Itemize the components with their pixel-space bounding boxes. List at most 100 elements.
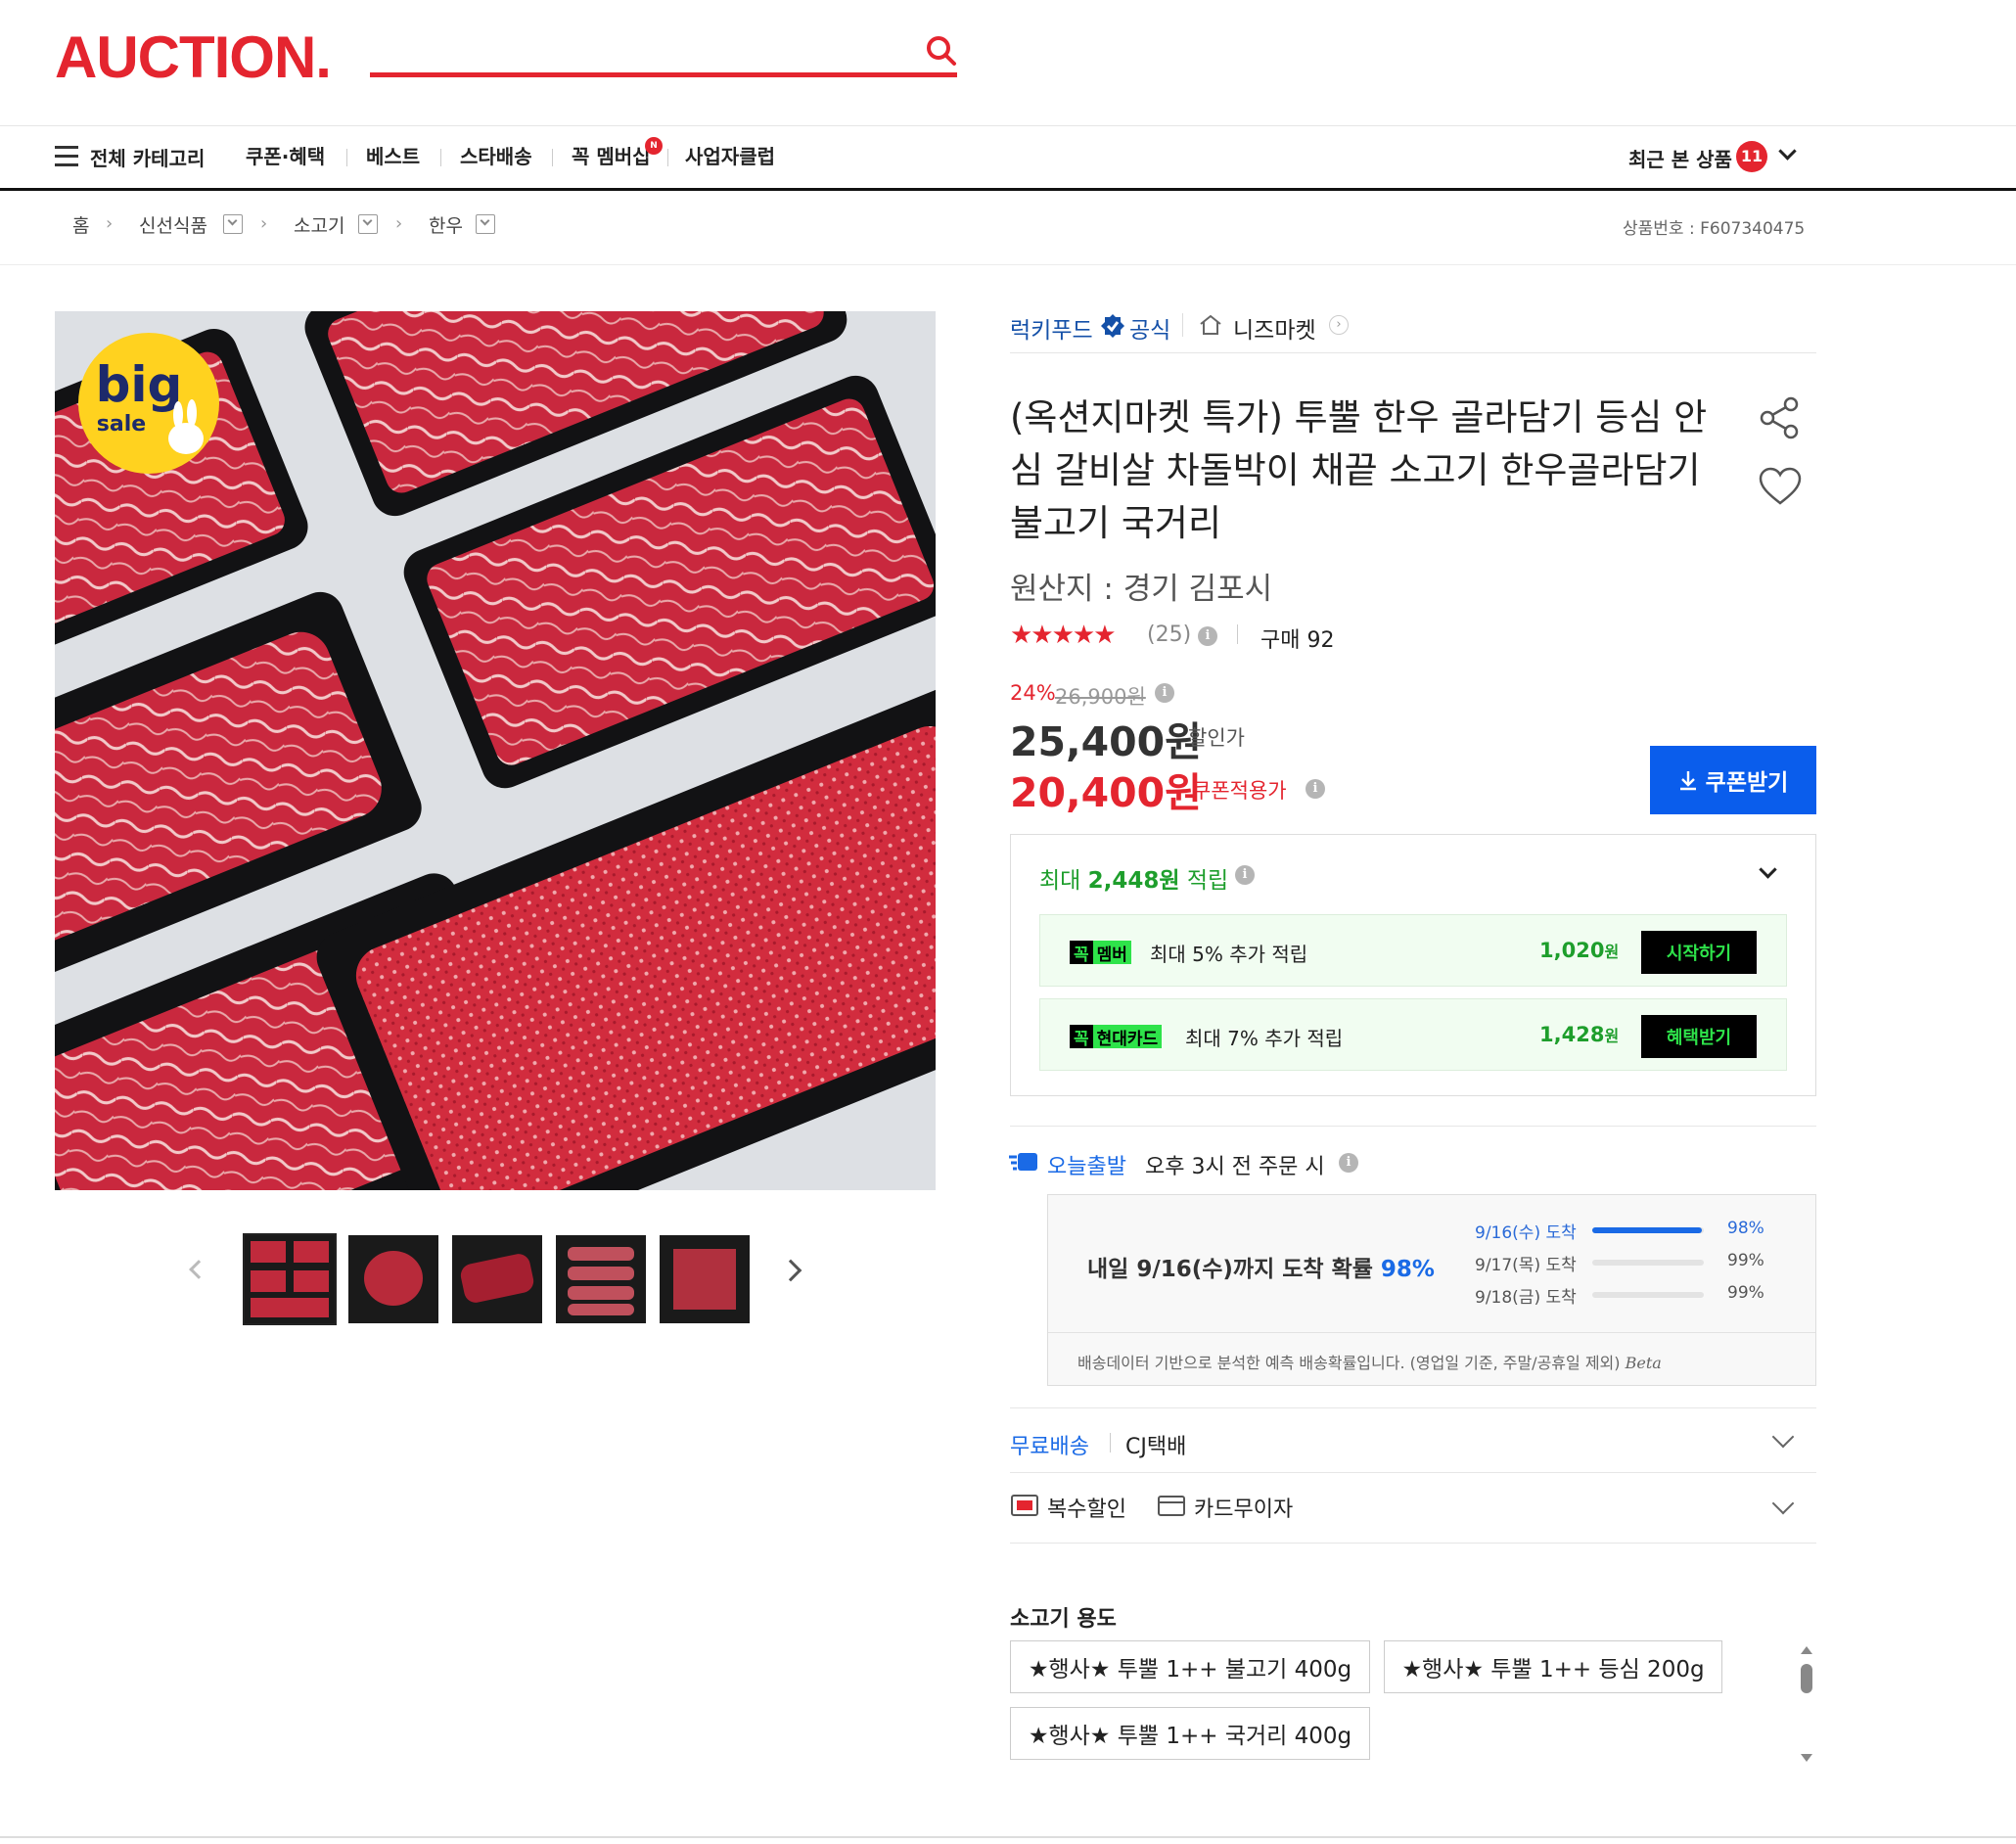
- membership-reward-row: 꼭 멤버 최대 5% 추가 적립 1,020원 시작하기: [1039, 914, 1787, 987]
- amount-value: 1,020: [1539, 939, 1605, 962]
- multi-discount-label[interactable]: 복수할인: [1047, 1492, 1126, 1523]
- option-sirloin[interactable]: ★행사★ 투뿔 1++ 등심 200g: [1384, 1640, 1722, 1693]
- today-dispatch-label: 오늘출발: [1047, 1155, 1126, 1179]
- official-label: 공식: [1129, 318, 1171, 344]
- delivery-date-label: 9/16(수) 도착: [1475, 1223, 1577, 1243]
- big-badge-text: big: [96, 356, 183, 413]
- option-bulgogi[interactable]: ★행사★ 투뿔 1++ 불고기 400g: [1010, 1640, 1370, 1693]
- auction-logo[interactable]: AUCTION.: [55, 25, 332, 90]
- delivery-divider: [1048, 1332, 1815, 1333]
- share-icon[interactable]: [1758, 395, 1803, 440]
- thumbnail[interactable]: [348, 1235, 438, 1323]
- nav-coupon-benefit[interactable]: 쿠폰·혜택: [246, 141, 325, 169]
- thumb-next-icon[interactable]: [779, 1259, 802, 1282]
- nav-separator: [346, 149, 347, 166]
- option-scrollbar[interactable]: [1801, 1664, 1812, 1693]
- review-count[interactable]: (25): [1147, 622, 1191, 647]
- breadcrumb-home[interactable]: 홈: [72, 211, 89, 238]
- search-icon[interactable]: [924, 33, 959, 69]
- beta-label: Beta: [1625, 1354, 1662, 1372]
- delivery-date-label: 9/18(금) 도착: [1475, 1288, 1577, 1308]
- reward-row-amount: 1,428원: [1539, 1023, 1619, 1046]
- card-installment-label[interactable]: 카드무이자: [1194, 1492, 1293, 1523]
- chevron-down-icon[interactable]: [1771, 1425, 1795, 1449]
- chevron-down-icon[interactable]: [358, 214, 378, 234]
- thumbnail[interactable]: [243, 1233, 337, 1325]
- option-soup-beef[interactable]: ★행사★ 투뿔 1++ 국거리 400g: [1010, 1707, 1370, 1760]
- get-benefit-button[interactable]: 혜택받기: [1641, 1015, 1757, 1058]
- thumbnail-strip: [243, 1233, 750, 1325]
- store-name[interactable]: 니즈마켓: [1233, 311, 1316, 345]
- card-icon: [1158, 1496, 1185, 1516]
- big-sale-badge-icon: big sale: [78, 333, 219, 474]
- reward-amount: 2,448원: [1087, 868, 1180, 894]
- nav-all-categories[interactable]: 전체 카테고리: [90, 143, 205, 171]
- nav-top-divider: [0, 125, 2016, 126]
- chevron-down-icon[interactable]: [223, 214, 243, 234]
- scroll-up-icon[interactable]: [1801, 1646, 1812, 1654]
- coupon-price: 20,400원: [1010, 769, 1202, 816]
- chevron-down-icon[interactable]: [1778, 142, 1797, 161]
- delivery-probability-bar: [1592, 1227, 1704, 1233]
- delivery-pct: 99%: [1727, 1251, 1764, 1270]
- nav-business-club[interactable]: 사업자클럽: [685, 141, 775, 169]
- get-coupon-button[interactable]: 쿠폰받기: [1650, 746, 1816, 814]
- thumbnail[interactable]: [660, 1235, 750, 1323]
- nav-membership[interactable]: 꼭 멤버십: [572, 141, 651, 169]
- menu-icon[interactable]: [55, 146, 78, 167]
- reward-row-text: 최대 7% 추가 적립: [1185, 1027, 1344, 1050]
- info-icon[interactable]: i: [1198, 626, 1217, 646]
- badge-prefix: 꼭: [1070, 941, 1093, 965]
- section-divider: [1010, 1407, 1816, 1408]
- origin-text: 원산지 : 경기 김포시: [1010, 572, 1273, 607]
- delivery-probability-bar: [1592, 1260, 1704, 1266]
- breadcrumb-fresh-food[interactable]: 신선식품: [139, 211, 207, 238]
- nav-best[interactable]: 베스트: [366, 141, 420, 169]
- delivery-main-pct: 98%: [1380, 1257, 1435, 1282]
- product-number: 상품번호 : F607340475: [1623, 219, 1806, 239]
- amount-value: 1,428: [1539, 1023, 1605, 1046]
- delivery-main-label: 내일 9/16(수)까지 도착 확률: [1087, 1257, 1373, 1282]
- reward-row-amount: 1,020원: [1539, 939, 1619, 962]
- sale-badge-text: sale: [97, 412, 146, 437]
- info-icon[interactable]: i: [1235, 865, 1255, 885]
- reward-row-text: 최대 5% 추가 적립: [1150, 943, 1308, 966]
- breadcrumb-beef[interactable]: 소고기: [294, 211, 344, 238]
- chevron-down-icon[interactable]: [1771, 1492, 1795, 1515]
- download-icon: [1679, 771, 1696, 791]
- breadcrumb-arrow-icon: ›: [260, 213, 268, 234]
- sale-price-label: 할인가: [1188, 726, 1245, 750]
- chevron-down-icon[interactable]: [476, 214, 495, 234]
- option-group-title: 소고기 용도: [1010, 1607, 1117, 1632]
- badge-prefix: 꼭: [1070, 1025, 1093, 1049]
- search-input[interactable]: [370, 72, 957, 77]
- multi-discount-icon: [1011, 1495, 1038, 1516]
- delivery-probability-panel: 내일 9/16(수)까지 도착 확률 98% 9/16(수) 도착 98% 9/…: [1047, 1194, 1816, 1386]
- chevron-right-icon[interactable]: ›: [1329, 315, 1349, 335]
- section-divider: [1010, 1126, 1816, 1127]
- thumb-prev-icon[interactable]: [189, 1260, 208, 1279]
- nav-bottom-divider: [0, 188, 2016, 191]
- delivery-pct: 99%: [1727, 1283, 1764, 1303]
- get-coupon-label: 쿠폰받기: [1705, 770, 1789, 796]
- scroll-down-icon[interactable]: [1801, 1754, 1812, 1762]
- nav-separator: [552, 149, 553, 166]
- info-icon[interactable]: i: [1306, 779, 1325, 799]
- info-icon[interactable]: i: [1155, 683, 1174, 703]
- delivery-date-label: 9/17(목) 도착: [1475, 1256, 1577, 1275]
- reward-suffix: 적립: [1186, 868, 1229, 894]
- original-price: 26,900원: [1055, 685, 1146, 709]
- delivery-note: 배송데이터 기반으로 분석한 예측 배송확률입니다. (영업일 기준, 주말/공…: [1077, 1350, 1662, 1373]
- coupon-price-label: 쿠폰적용가: [1192, 779, 1287, 803]
- thumbnail[interactable]: [452, 1235, 542, 1323]
- recent-items-label[interactable]: 최근 본 상품: [1628, 144, 1732, 172]
- start-membership-button[interactable]: 시작하기: [1641, 931, 1757, 974]
- heart-icon[interactable]: [1758, 466, 1803, 507]
- nav-star-delivery[interactable]: 스타배송: [460, 141, 532, 169]
- seller-name[interactable]: 럭키푸드: [1010, 311, 1093, 345]
- info-icon[interactable]: i: [1339, 1153, 1358, 1173]
- breadcrumb-hanwoo[interactable]: 한우: [429, 211, 463, 238]
- carrier-name: CJ택배: [1125, 1435, 1187, 1459]
- amount-unit: 원: [1604, 943, 1620, 961]
- thumbnail[interactable]: [556, 1235, 646, 1323]
